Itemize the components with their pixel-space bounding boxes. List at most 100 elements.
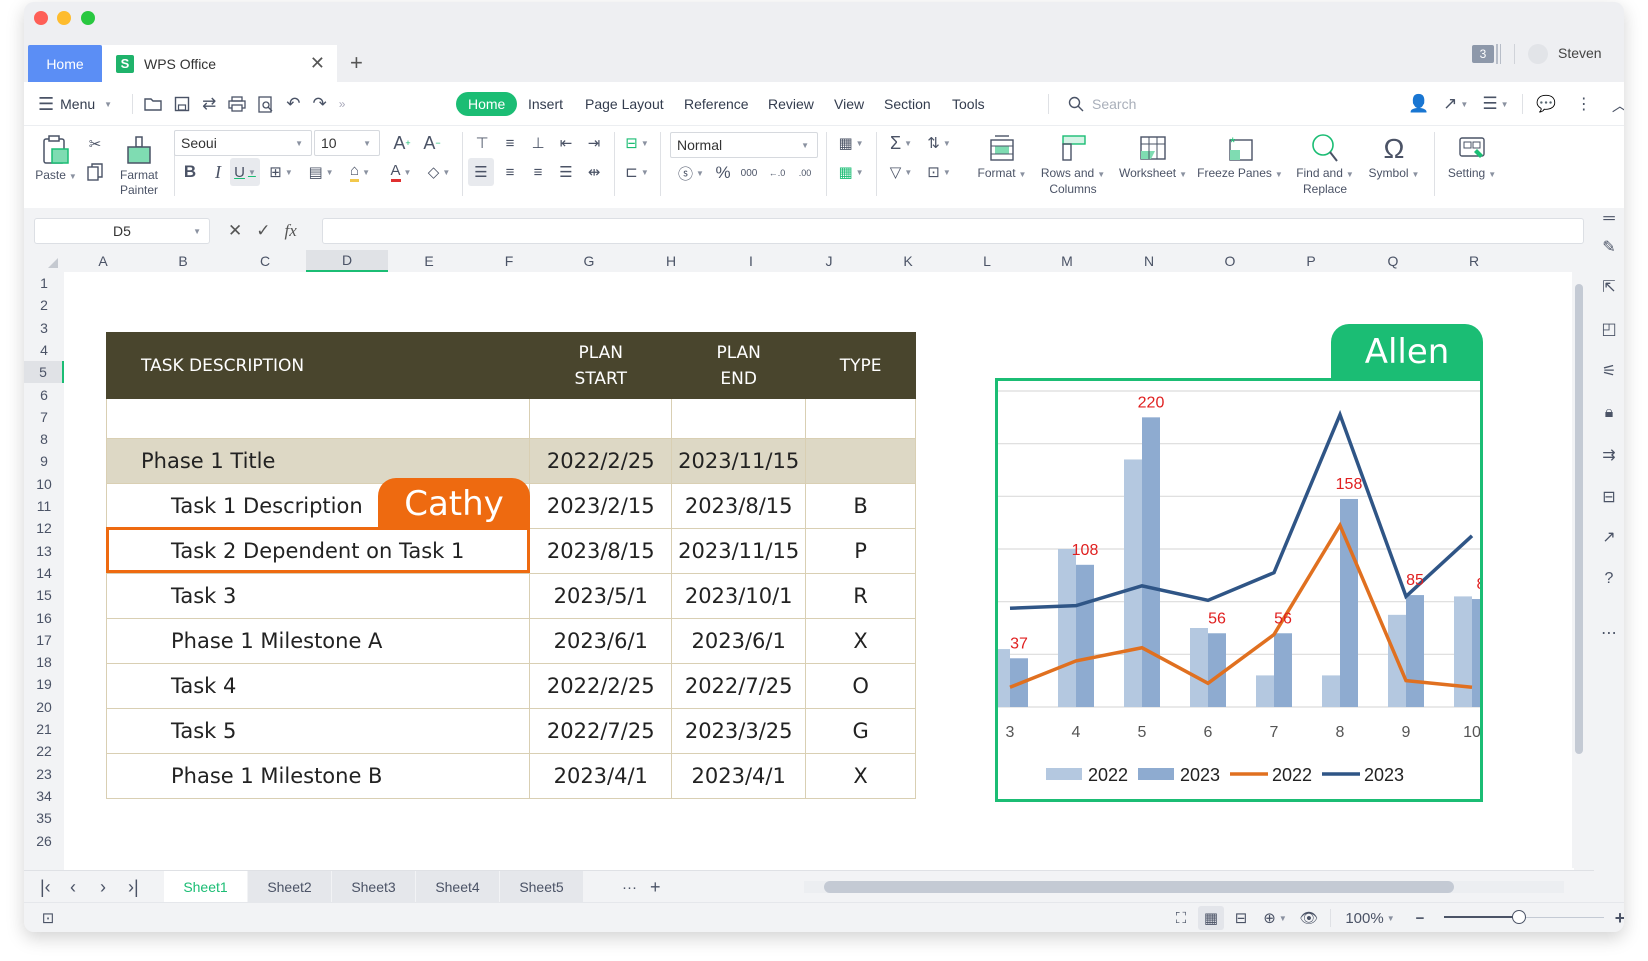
increase-decimal-icon[interactable]: ←.0 bbox=[766, 160, 788, 186]
cell-end[interactable]: 2022/7/25 bbox=[671, 663, 807, 709]
column-header-d[interactable]: D bbox=[306, 250, 388, 272]
function-icon[interactable]: ⇉ bbox=[1598, 444, 1620, 466]
cell-type[interactable]: O bbox=[805, 663, 916, 709]
cell-type[interactable]: B bbox=[805, 483, 916, 529]
select-all-button[interactable] bbox=[24, 250, 64, 272]
cell-desc[interactable]: Task 3 bbox=[105, 573, 531, 619]
paste-button[interactable]: Paste ▼ bbox=[35, 132, 77, 184]
currency-icon[interactable]: ⓢ ▼ bbox=[674, 160, 708, 186]
cell-desc[interactable]: Task 4 bbox=[105, 663, 531, 709]
print-icon[interactable] bbox=[228, 96, 246, 112]
row-header[interactable]: 13 bbox=[24, 540, 64, 562]
name-box[interactable]: D5 ▼ bbox=[34, 218, 210, 244]
filter-icon[interactable]: ▽ ▼ bbox=[884, 158, 918, 186]
column-header-k[interactable]: K bbox=[868, 250, 948, 272]
row-header[interactable]: 11 bbox=[24, 495, 64, 517]
share-user-icon[interactable]: 👤 bbox=[1408, 94, 1429, 114]
column-header-p[interactable]: P bbox=[1270, 250, 1352, 272]
row-header[interactable]: 35 bbox=[24, 807, 64, 829]
more-tools-icon[interactable]: » bbox=[339, 97, 346, 111]
cancel-icon[interactable]: ✕ bbox=[228, 221, 242, 241]
menu-tab-review[interactable]: Review bbox=[768, 82, 814, 126]
chart[interactable]: 3710822056561588583456789102022202320222… bbox=[995, 378, 1483, 802]
macro-icon[interactable]: ⊡ bbox=[36, 906, 60, 930]
row-header[interactable]: 10 bbox=[24, 473, 64, 495]
shapes-icon[interactable]: ◰ bbox=[1598, 318, 1620, 340]
cell-desc[interactable]: Task 5 bbox=[105, 708, 531, 754]
insert-function-icon[interactable]: fx bbox=[285, 221, 297, 241]
align-bottom-icon[interactable]: ⊥ bbox=[526, 130, 550, 156]
find-replace-button[interactable]: Find and ▼ Replace bbox=[1288, 130, 1362, 197]
cell-start[interactable]: 2023/5/1 bbox=[529, 573, 673, 619]
borders-icon[interactable]: ⊞ ▼ bbox=[264, 158, 298, 186]
username[interactable]: Steven bbox=[1558, 45, 1602, 61]
undo-icon[interactable]: ↶ bbox=[286, 94, 300, 114]
cell-desc[interactable]: Task 2 Dependent on Task 1 bbox=[105, 528, 531, 574]
vertical-scroll-thumb[interactable] bbox=[1575, 284, 1583, 754]
zoom-level-select[interactable]: 100% ▼ bbox=[1342, 906, 1398, 930]
justify-icon[interactable]: ☰ bbox=[554, 158, 578, 186]
clear-format-icon[interactable]: ◇ ▼ bbox=[422, 158, 456, 186]
cell-type[interactable]: P bbox=[805, 528, 916, 574]
cell-start[interactable]: 2023/8/15 bbox=[529, 528, 673, 574]
align-left-icon[interactable]: ☰ bbox=[468, 158, 494, 186]
sheet-tab-4[interactable]: Sheet4 bbox=[416, 871, 500, 903]
cell-desc[interactable]: Phase 1 Milestone A bbox=[105, 618, 531, 664]
cell-end[interactable]: 2023/4/1 bbox=[671, 753, 807, 799]
eye-protection-icon[interactable]: 👁︎ bbox=[1296, 906, 1322, 930]
table-style-icon[interactable]: ▦ ▼ bbox=[834, 158, 868, 186]
sheet-tab-3[interactable]: Sheet3 bbox=[332, 871, 416, 903]
row-header[interactable]: 1 bbox=[24, 272, 64, 294]
cell-end[interactable]: 2023/10/1 bbox=[671, 573, 807, 619]
row-header[interactable]: 14 bbox=[24, 562, 64, 584]
cell-type[interactable]: X bbox=[805, 753, 916, 799]
merge-cells-icon[interactable]: ⊟ ▼ bbox=[620, 130, 654, 156]
italic-icon[interactable]: I bbox=[206, 158, 230, 186]
cell-desc[interactable]: Phase 1 Milestone B bbox=[105, 753, 531, 799]
zoom-in-button[interactable]: + bbox=[1610, 906, 1624, 930]
align-center-icon[interactable]: ≡ bbox=[498, 158, 522, 186]
first-sheet-icon[interactable]: |‹ bbox=[40, 871, 51, 903]
tab-home[interactable]: Home bbox=[28, 45, 102, 82]
vertical-scrollbar[interactable] bbox=[1572, 254, 1586, 868]
column-header-r[interactable]: R bbox=[1434, 250, 1514, 272]
column-header-l[interactable]: L bbox=[948, 250, 1026, 272]
align-top-icon[interactable]: ⊤ bbox=[470, 130, 494, 156]
font-name-select[interactable]: Seoui ▼ bbox=[174, 130, 312, 156]
collapse-ribbon-icon[interactable]: ︿ bbox=[1612, 92, 1624, 116]
row-header[interactable]: 19 bbox=[24, 673, 64, 695]
spreadsheet-grid[interactable]: ABCDEFGHIJKLMNOPQR 1 2 3 4 5 6 7 8 9 10 11 12 13 14 15… bbox=[24, 250, 1574, 870]
cell-start[interactable]: 2023/2/15 bbox=[529, 483, 673, 529]
cell-end[interactable]: 2023/6/1 bbox=[671, 618, 807, 664]
select-cursor-icon[interactable]: ⇱ bbox=[1598, 276, 1620, 298]
cell-type[interactable]: G bbox=[805, 708, 916, 754]
save-icon[interactable] bbox=[174, 96, 190, 112]
percent-icon[interactable]: % bbox=[712, 160, 734, 186]
zoom-slider-handle[interactable] bbox=[1512, 910, 1527, 924]
row-header[interactable]: 22 bbox=[24, 740, 64, 762]
font-color-icon[interactable]: A ▼ bbox=[384, 158, 418, 186]
row-header[interactable]: 2 bbox=[24, 294, 64, 316]
row-header[interactable]: 7 bbox=[24, 406, 64, 428]
menu-tab-insert[interactable]: Insert bbox=[528, 82, 563, 126]
column-header-q[interactable]: Q bbox=[1352, 250, 1434, 272]
cell-desc[interactable]: Phase 1 Title bbox=[105, 438, 531, 484]
cell-end[interactable]: 2023/11/15 bbox=[671, 528, 807, 574]
column-header-c[interactable]: C bbox=[224, 250, 306, 272]
row-header[interactable]: 18 bbox=[24, 651, 64, 673]
cell-type[interactable]: R bbox=[805, 573, 916, 619]
cell-end[interactable]: 2023/8/15 bbox=[671, 483, 807, 529]
wrap-text-icon[interactable]: ⊏ ▼ bbox=[620, 158, 654, 186]
more-vertical-icon[interactable]: ⋮ bbox=[1576, 94, 1592, 114]
sort-icon[interactable]: ⇅ ▼ bbox=[922, 130, 956, 156]
format-painter-button[interactable]: Farmat Painter bbox=[116, 132, 162, 198]
share-icon[interactable]: ↗ ▼ bbox=[1443, 94, 1468, 114]
column-header-e[interactable]: E bbox=[388, 250, 470, 272]
cell-start[interactable]: 2022/2/25 bbox=[529, 438, 673, 484]
horizontal-scrollbar[interactable] bbox=[804, 881, 1564, 893]
align-middle-icon[interactable]: ≡ bbox=[498, 130, 522, 156]
new-tab-button[interactable]: + bbox=[350, 50, 363, 76]
cell-end[interactable]: 2023/11/15 bbox=[671, 438, 807, 484]
avatar[interactable] bbox=[1528, 44, 1548, 64]
maximize-window-button[interactable] bbox=[81, 11, 95, 25]
